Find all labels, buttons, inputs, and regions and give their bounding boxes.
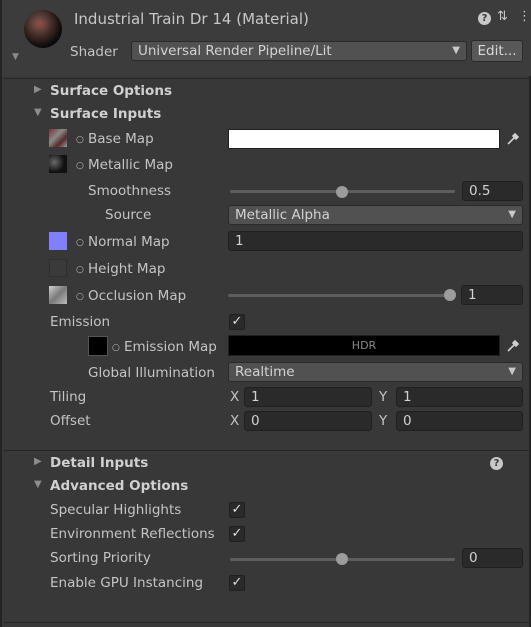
occlusion-map-texture-slot[interactable] (49, 286, 67, 304)
smoothness-value-field[interactable]: 0.5 (462, 181, 523, 201)
emission-label: Emission (50, 314, 111, 330)
offset-y-field[interactable]: 0 (396, 411, 523, 431)
base-map-label: Base Map (88, 131, 154, 147)
hdr-label: HDR (351, 339, 377, 352)
eyedropper-icon[interactable] (503, 129, 523, 149)
gpu-instancing-label: Enable GPU Instancing (50, 575, 204, 591)
specular-highlights-checkbox[interactable]: ✓ (229, 502, 245, 518)
sorting-priority-label: Sorting Priority (50, 550, 151, 566)
occlusion-slider-handle[interactable] (444, 289, 456, 301)
global-illumination-value: Realtime (235, 364, 295, 380)
offset-x-label: X (230, 413, 240, 429)
tiling-x-label: X (230, 389, 240, 405)
shader-value: Universal Render Pipeline/Lit (138, 43, 332, 59)
chevron-down-icon: ▼ (34, 479, 42, 490)
header-collapse-icon[interactable]: ▼ (12, 52, 19, 62)
material-preview-icon (24, 10, 62, 48)
texture-picker-icon[interactable]: ○ (76, 265, 84, 275)
shader-label: Shader (70, 44, 118, 60)
gpu-instancing-checkbox[interactable]: ✓ (229, 575, 245, 591)
offset-x-field[interactable]: 0 (244, 411, 372, 431)
chevron-down-icon: ▼ (34, 107, 42, 118)
offset-label: Offset (50, 413, 91, 429)
height-map-texture-slot[interactable] (49, 259, 67, 277)
texture-picker-icon[interactable]: ○ (76, 292, 84, 302)
help-glyph: ? (478, 12, 491, 25)
foldout-detail-inputs[interactable]: ▶ Detail Inputs ? (4, 453, 531, 474)
texture-picker-icon[interactable]: ○ (76, 238, 84, 248)
foldout-surface-options[interactable]: ▶ Surface Options (4, 81, 531, 102)
shader-dropdown[interactable]: Universal Render Pipeline/Lit ▼ (131, 41, 467, 61)
sorting-priority-value-field[interactable]: 0 (462, 548, 523, 568)
occlusion-slider-track[interactable] (228, 294, 455, 297)
chevron-right-icon: ▶ (34, 456, 42, 467)
source-value: Metallic Alpha (235, 207, 330, 223)
emission-hdr-color-field[interactable]: HDR (228, 335, 500, 356)
smoothness-slider-handle[interactable] (336, 186, 348, 198)
divider (4, 622, 531, 623)
metallic-map-label: Metallic Map (88, 157, 173, 173)
specular-highlights-label: Specular Highlights (50, 502, 182, 518)
material-title: Industrial Train Dr 14 (Material) (74, 10, 309, 28)
normal-scale-field[interactable]: 1 (228, 231, 523, 251)
material-header: Industrial Train Dr 14 (Material) ? ⇅ ⋮ … (2, 0, 531, 76)
foldout-label: Surface Inputs (50, 106, 162, 122)
source-label: Source (105, 207, 152, 223)
help-icon[interactable]: ? (478, 10, 491, 25)
normal-map-label: Normal Map (88, 234, 170, 250)
tiling-x-field[interactable]: 1 (244, 387, 372, 407)
occlusion-map-label: Occlusion Map (88, 288, 187, 304)
smoothness-label: Smoothness (88, 183, 172, 199)
global-illumination-label: Global Illumination (88, 365, 215, 381)
divider (4, 78, 531, 79)
emission-checkbox[interactable]: ✓ (229, 314, 245, 330)
texture-picker-icon[interactable]: ○ (76, 161, 84, 171)
base-map-color-field[interactable] (228, 129, 500, 149)
source-dropdown[interactable]: Metallic Alpha ▼ (228, 205, 523, 225)
sorting-priority-slider-handle[interactable] (336, 553, 348, 565)
tiling-y-field[interactable]: 1 (396, 387, 523, 407)
emission-map-label: Emission Map (124, 339, 217, 355)
texture-picker-icon[interactable]: ○ (112, 343, 120, 353)
context-menu-icon[interactable]: ⋮ (518, 9, 531, 24)
edit-shader-button[interactable]: Edit... (471, 40, 523, 62)
foldout-label: Detail Inputs (50, 455, 149, 471)
texture-picker-icon[interactable]: ○ (76, 135, 84, 145)
eyedropper-icon[interactable] (503, 336, 523, 356)
foldout-surface-inputs[interactable]: ▼ Surface Inputs (4, 104, 531, 125)
global-illumination-dropdown[interactable]: Realtime ▼ (228, 362, 523, 382)
tiling-label: Tiling (50, 389, 87, 405)
occlusion-value-field[interactable]: 1 (461, 285, 523, 305)
height-map-label: Height Map (88, 261, 166, 277)
chevron-down-icon: ▼ (452, 45, 460, 56)
divider (4, 450, 531, 451)
foldout-label: Surface Options (50, 83, 172, 99)
foldout-label: Advanced Options (50, 478, 189, 494)
preset-settings-icon[interactable]: ⇅ (497, 9, 508, 24)
chevron-right-icon: ▶ (34, 84, 42, 95)
tiling-y-label: Y (379, 389, 388, 405)
metallic-map-texture-slot[interactable] (49, 155, 67, 173)
environment-reflections-label: Environment Reflections (50, 526, 215, 542)
chevron-down-icon: ▼ (508, 366, 516, 377)
chevron-down-icon: ▼ (508, 209, 516, 220)
environment-reflections-checkbox[interactable]: ✓ (229, 526, 245, 542)
help-icon[interactable]: ? (490, 457, 503, 470)
offset-y-label: Y (379, 413, 388, 429)
base-map-texture-slot[interactable] (49, 129, 67, 147)
material-inspector-panel: Industrial Train Dr 14 (Material) ? ⇅ ⋮ … (0, 0, 531, 627)
normal-map-texture-slot[interactable] (49, 232, 67, 250)
emission-map-texture-slot[interactable] (88, 336, 108, 356)
foldout-advanced-options[interactable]: ▼ Advanced Options (4, 476, 531, 497)
